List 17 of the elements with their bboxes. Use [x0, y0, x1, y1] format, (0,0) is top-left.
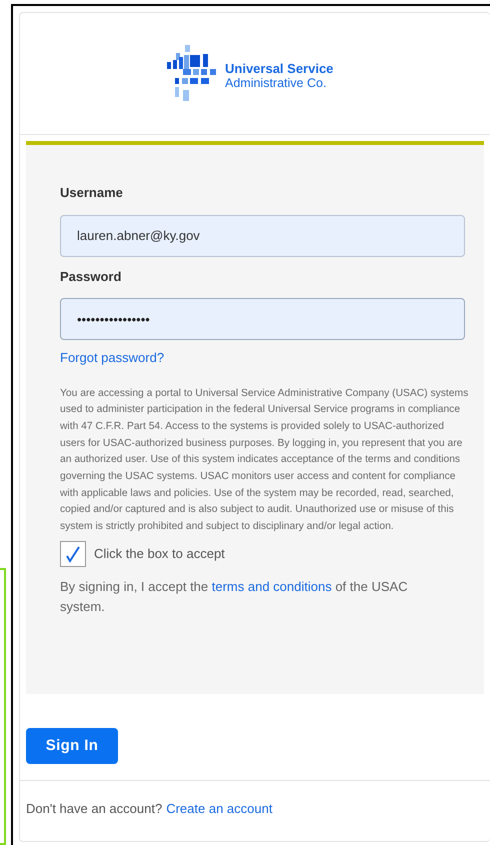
logo-text: Administrative Co.: [225, 76, 328, 90]
legal-notice: You are accessing a portal to Universal Service Administrative Company (USAC) systems used to administer participation in the federal Universal Service programs in compliance with 47 C.F.R. Part 54. Access to the systems is provided solely to USAC-authorized users for USAC-authorized business purposes. By logging in, you represent that you are an authorized user. Use of this system indicates acceptance of the terms and conditions governing the USAC systems. USAC monitors user access and content for compliance with applicable laws and policies. Use of the system may be recorded, read, searched, copied and/or captured and is also subject to audit. Unauthorized use or misuse of this system is strictly prohibited and subject to disciplinary and/or legal action.: [60, 386, 470, 534]
accept-checkbox[interactable]: [60, 540, 86, 567]
checkbox-label: Click the box to accept: [94, 545, 225, 564]
terms-link[interactable]: terms and conditions: [212, 578, 332, 594]
field-label: Password: [60, 268, 122, 286]
field-label: Username: [60, 184, 124, 202]
password-field[interactable]: ••••••••••••••••: [60, 298, 465, 340]
logo-icon: [167, 44, 217, 102]
terms-text: By signing in, I accept the terms and conditions of the USAC system.: [60, 578, 409, 616]
account-question: Don't have an account?: [26, 800, 162, 818]
forgot-password-link[interactable]: Forgot password?: [60, 348, 164, 368]
logo-text: Universal Service: [225, 62, 334, 76]
create-account-link[interactable]: Create an account: [166, 799, 272, 818]
check-icon: [65, 544, 81, 563]
sign-in-button[interactable]: Sign In: [26, 728, 118, 764]
username-field[interactable]: lauren.abner@ky.gov: [60, 214, 465, 256]
